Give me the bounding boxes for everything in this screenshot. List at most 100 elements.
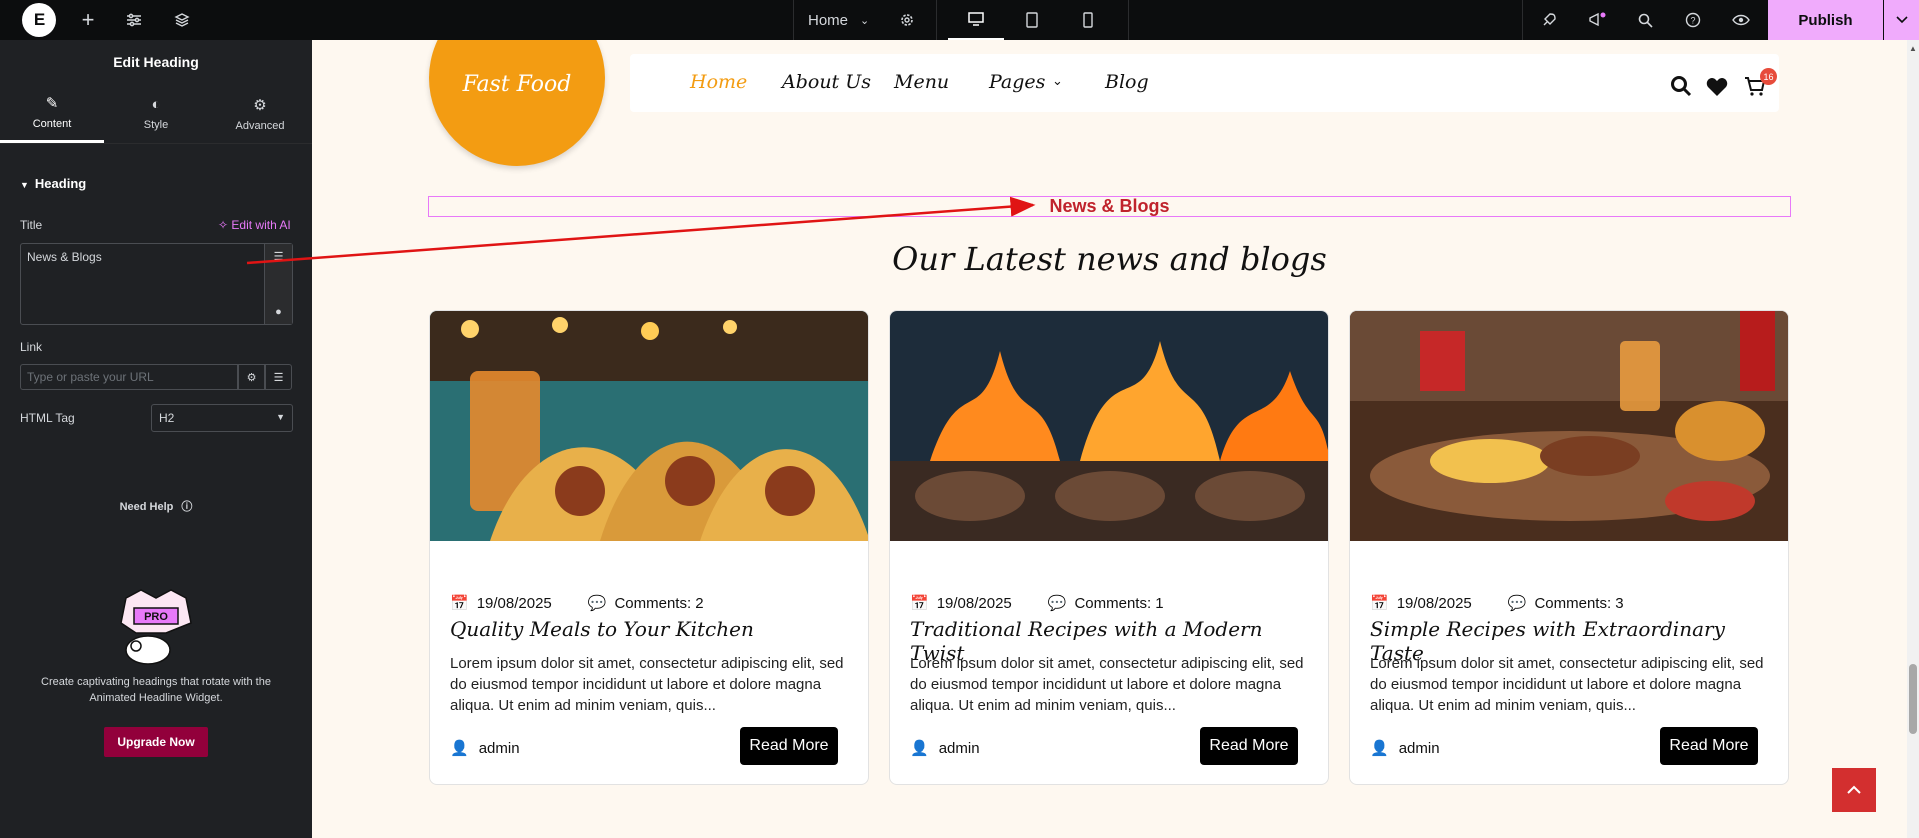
search-icon[interactable] <box>1634 0 1656 40</box>
logo-circle <box>429 40 605 166</box>
read-more-button[interactable]: Read More <box>1200 727 1298 765</box>
fast-food-platter-image <box>1350 311 1788 541</box>
read-more-button[interactable]: Read More <box>1660 727 1758 765</box>
gear-icon: ⚙ <box>253 96 267 114</box>
publish-options-chevron-icon[interactable] <box>1884 0 1919 40</box>
read-more-button[interactable]: Read More <box>740 727 838 765</box>
help-icon[interactable]: ? <box>1682 0 1704 40</box>
launch-rocket-icon[interactable] <box>1538 0 1560 40</box>
post-meta: 📅 19/08/2025 💬 Comments: 2 <box>450 594 704 613</box>
comment-icon: 💬 <box>1047 595 1067 612</box>
blog-card: 📅 19/08/2025 💬 Comments: 3 Simple Recipe… <box>1349 310 1789 785</box>
notifications-megaphone-icon[interactable] <box>1586 0 1608 40</box>
wishlist-heart-icon[interactable] <box>1706 77 1728 97</box>
post-author-name[interactable]: admin <box>939 740 980 757</box>
editor-top-bar: E + Home ⌄ ? Publish <box>0 0 1919 40</box>
post-excerpt: Lorem ipsum dolor sit amet, consectetur … <box>450 655 844 714</box>
pro-promo-illustration: PRO <box>120 589 192 665</box>
post-author: 👤 admin <box>910 739 980 758</box>
sparkle-icon: ✧ <box>218 218 229 232</box>
publish-button[interactable]: Publish <box>1768 0 1883 40</box>
link-dynamic-tags-icon[interactable]: ☰ <box>265 364 292 390</box>
nav-about-us[interactable]: About Us <box>782 71 871 93</box>
title-label: Title <box>20 218 43 232</box>
dynamic-tags-database-icon[interactable]: ☰ <box>274 250 284 263</box>
edit-with-ai-label: Edit with AI <box>231 218 291 232</box>
editor-panel: Edit Heading ✎ Content ◐ Style ⚙ Advance… <box>0 40 312 838</box>
select-caret-icon: ▼ <box>276 412 285 422</box>
desktop-view-icon[interactable] <box>948 0 1004 40</box>
nav-pages-chevron-icon: ⌄ <box>1052 74 1063 89</box>
page-selector-label: Home <box>808 11 849 29</box>
help-circle-icon: ⓘ <box>181 501 193 513</box>
post-date: 19/08/2025 <box>1396 594 1472 612</box>
ai-assistant-icon[interactable]: ● <box>275 306 282 318</box>
textarea-tools: ☰ ● <box>264 244 292 324</box>
scroll-up-arrow-icon[interactable]: ▲ <box>1909 44 1917 53</box>
post-comments[interactable]: Comments: 2 <box>614 595 703 612</box>
need-help-link[interactable]: Need Help ⓘ <box>0 498 312 514</box>
site-logo[interactable]: Fast Food <box>429 72 605 97</box>
tablet-view-icon[interactable] <box>1004 0 1060 40</box>
chevron-down-icon: ⌄ <box>860 14 870 27</box>
comment-icon: 💬 <box>587 595 607 612</box>
panel-title: Edit Heading <box>113 54 199 70</box>
post-author-name[interactable]: admin <box>1399 740 1440 757</box>
upgrade-now-button[interactable]: Upgrade Now <box>104 727 208 757</box>
user-icon: 👤 <box>1370 740 1389 757</box>
preview-canvas: Fast Food Home About Us Menu Pages ⌄ Blo… <box>312 40 1907 838</box>
pro-badge-text: PRO <box>144 611 168 623</box>
tab-style[interactable]: ◐ Style <box>104 84 208 143</box>
grill-fire-image <box>890 311 1328 541</box>
post-author-name[interactable]: admin <box>479 740 520 757</box>
add-element-icon[interactable]: + <box>76 0 100 40</box>
tab-content-label: Content <box>32 118 72 130</box>
caret-down-icon: ▼ <box>20 180 29 190</box>
tab-style-label: Style <box>143 119 169 131</box>
site-nav: Home About Us Menu Pages ⌄ Blog <box>630 54 1779 112</box>
section-heading-label: Heading <box>34 176 87 191</box>
tacos-image <box>430 311 868 541</box>
page-selector[interactable]: Home ⌄ <box>808 0 878 40</box>
site-settings-icon[interactable] <box>122 0 146 40</box>
section-title: Our Latest news and blogs <box>892 240 1327 278</box>
nav-pages[interactable]: Pages <box>989 71 1045 93</box>
need-help-label: Need Help <box>119 501 174 513</box>
panel-tabs: ✎ Content ◐ Style ⚙ Advanced <box>0 84 312 144</box>
nav-menu[interactable]: Menu <box>894 71 949 93</box>
back-to-top-chevron-icon[interactable] <box>1832 768 1876 812</box>
html-tag-select[interactable]: H2 ▼ <box>151 404 293 432</box>
nav-blog[interactable]: Blog <box>1105 71 1149 93</box>
canvas-scrollbar[interactable]: ▲ <box>1907 40 1919 838</box>
promo-text: Create captivating headings that rotate … <box>41 676 271 704</box>
mobile-view-icon[interactable] <box>1060 0 1116 40</box>
calendar-icon: 📅 <box>1370 595 1389 612</box>
user-icon: 👤 <box>910 740 929 757</box>
title-textarea[interactable]: News & Blogs <box>20 243 293 325</box>
site-search-icon[interactable] <box>1670 75 1692 97</box>
post-title[interactable]: Quality Meals to Your Kitchen <box>450 617 860 641</box>
post-excerpt: Lorem ipsum dolor sit amet, consectetur … <box>1370 655 1764 714</box>
nav-home[interactable]: Home <box>690 71 747 93</box>
tab-content[interactable]: ✎ Content <box>0 84 104 143</box>
heading-section-toggle[interactable]: ▼ Heading <box>20 176 86 191</box>
blog-card: 📅 19/08/2025 💬 Comments: 2 Quality Meals… <box>429 310 869 785</box>
scrollbar-thumb[interactable] <box>1909 664 1917 734</box>
link-options-gear-icon[interactable]: ⚙ <box>238 364 265 390</box>
layers-icon[interactable] <box>170 0 194 40</box>
post-comments[interactable]: Comments: 1 <box>1074 595 1163 612</box>
elementor-logo-icon[interactable]: E <box>22 3 56 37</box>
comment-icon: 💬 <box>1507 595 1527 612</box>
news-blogs-heading[interactable]: News & Blogs <box>428 196 1791 217</box>
tab-advanced[interactable]: ⚙ Advanced <box>208 84 312 143</box>
calendar-icon: 📅 <box>910 595 929 612</box>
pencil-icon: ✎ <box>45 95 59 112</box>
page-settings-gear-icon[interactable] <box>896 0 918 40</box>
link-url-input[interactable]: Type or paste your URL <box>20 364 238 390</box>
post-comments[interactable]: Comments: 3 <box>1534 595 1623 612</box>
edit-with-ai-link[interactable]: ✧ Edit with AI <box>218 218 291 232</box>
preview-eye-icon[interactable] <box>1730 0 1752 40</box>
half-circle-icon: ◐ <box>151 96 161 113</box>
post-excerpt: Lorem ipsum dolor sit amet, consectetur … <box>910 655 1304 714</box>
tab-advanced-label: Advanced <box>235 119 285 132</box>
